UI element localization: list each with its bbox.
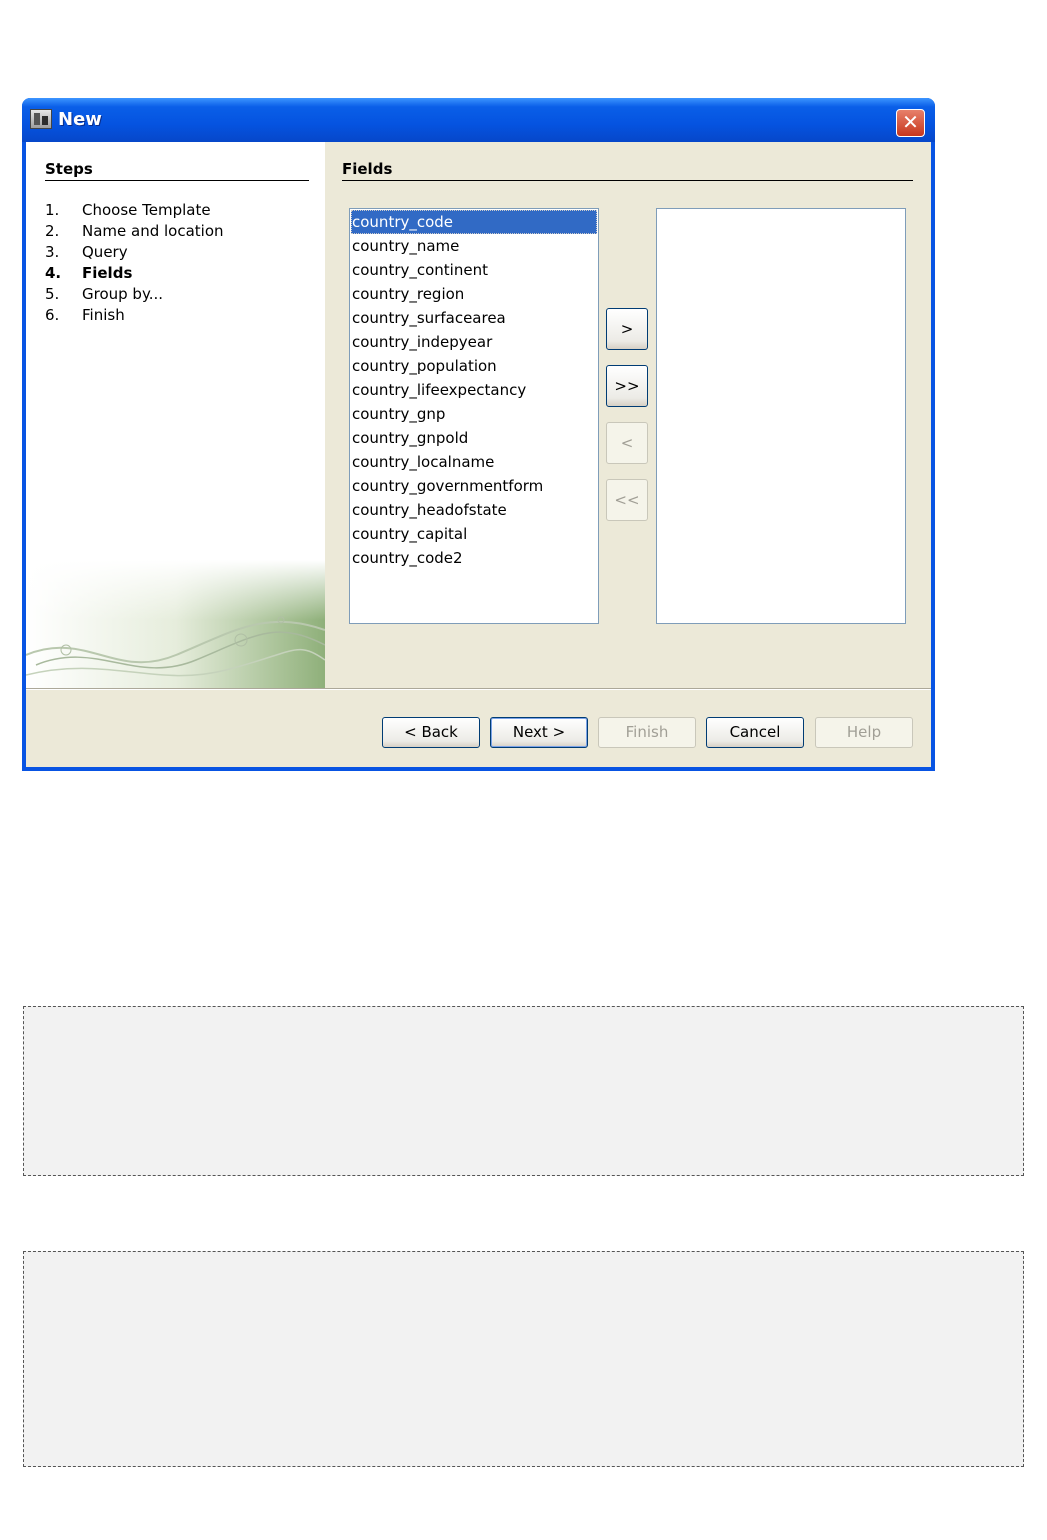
step-number: 5. [45,285,60,303]
wizard-app-icon [30,109,52,129]
field-list-item[interactable]: country_localname [351,450,597,474]
steps-divider [45,180,309,181]
placeholder-box [23,1251,1024,1467]
step-number: 3. [45,243,60,261]
dialog-body: Steps 1. Choose Template 2. Name and locati… [26,142,931,767]
add-field-button[interactable]: > [606,308,648,350]
cancel-button[interactable]: Cancel [706,717,804,748]
title-bar[interactable]: New ✕ [22,98,935,142]
step-label: Group by... [82,285,163,303]
step-label: Choose Template [82,201,211,219]
step-number: 2. [45,222,60,240]
step-number: 6. [45,306,60,324]
fields-heading: Fields [342,160,393,178]
remove-field-button[interactable]: < [606,422,648,464]
field-list-item[interactable]: country_surfacearea [351,306,597,330]
steps-panel: Steps 1. Choose Template 2. Name and locati… [26,142,325,688]
back-button[interactable]: < Back [382,717,480,748]
field-list-item[interactable]: country_population [351,354,597,378]
available-fields-list[interactable]: country_code country_name country_continen… [349,208,599,624]
step-number: 4. [45,264,62,282]
footer-separator [26,688,931,690]
next-button[interactable]: Next > [490,717,588,748]
field-list-item[interactable]: country_gnpold [351,426,597,450]
step-label: Finish [82,306,125,324]
finish-button[interactable]: Finish [598,717,696,748]
decorative-swirl-image [26,560,325,688]
steps-heading: Steps [45,160,93,178]
step-label: Name and location [82,222,224,240]
close-icon[interactable]: ✕ [896,109,925,137]
field-list-item[interactable]: country_headofstate [351,498,597,522]
step-label: Query [82,243,128,261]
step-label: Fields [82,264,133,282]
window-title: New [58,109,102,130]
field-list-item[interactable]: country_capital [351,522,597,546]
field-list-item[interactable]: country_name [351,234,597,258]
field-list-item[interactable]: country_gnp [351,402,597,426]
field-list-item[interactable]: country_region [351,282,597,306]
help-button[interactable]: Help [815,717,913,748]
step-number: 1. [45,201,60,219]
add-all-fields-button[interactable]: >> [606,365,648,407]
fields-divider [342,180,913,181]
field-list-item[interactable]: country_continent [351,258,597,282]
wizard-window: New ✕ Steps 1. Choose Template 2. Name and … [22,98,935,771]
field-list-item[interactable]: country_code [351,210,597,234]
field-list-item[interactable]: country_lifeexpectancy [351,378,597,402]
field-list-item[interactable]: country_indepyear [351,330,597,354]
remove-all-fields-button[interactable]: << [606,479,648,521]
field-list-item[interactable]: country_governmentform [351,474,597,498]
field-list-item[interactable]: country_code2 [351,546,597,570]
placeholder-box [23,1006,1024,1176]
selected-fields-list[interactable] [656,208,906,624]
